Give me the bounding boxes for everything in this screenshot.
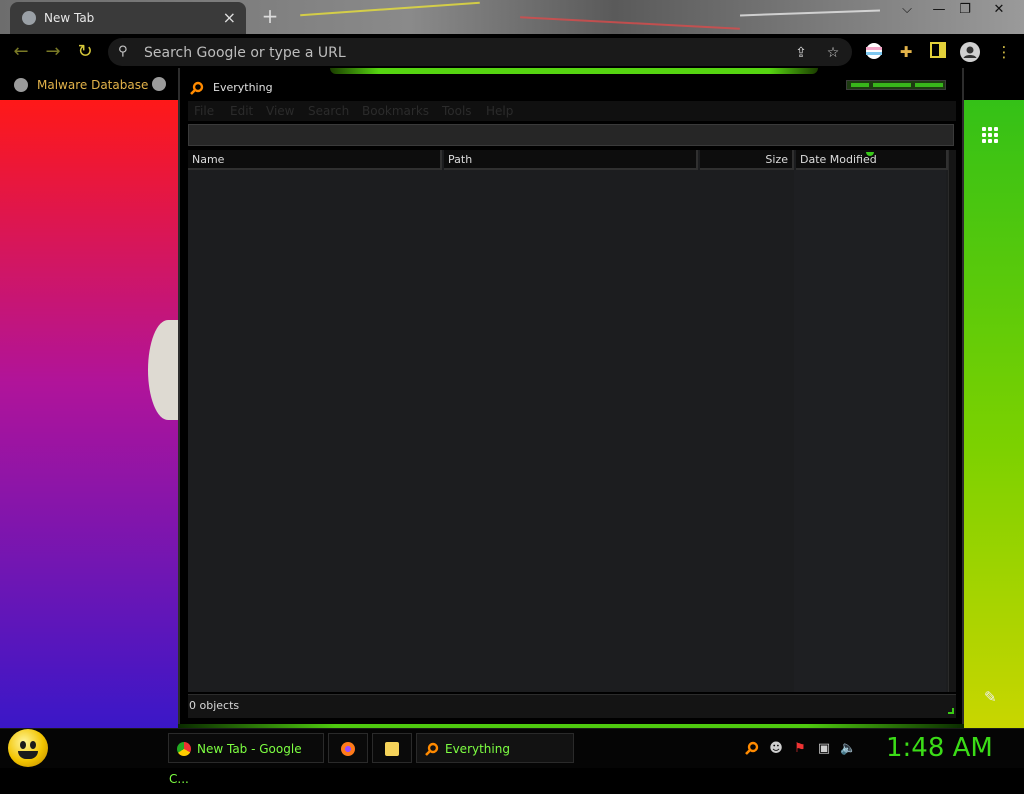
globe-icon[interactable] xyxy=(152,77,166,91)
taskbar-clock[interactable]: 1:48 AM xyxy=(886,733,993,763)
tab-new-tab[interactable]: New Tab × xyxy=(10,2,246,34)
tab-search-icon[interactable]: ⌵ xyxy=(894,2,920,18)
menu-tools[interactable]: Tools xyxy=(442,104,472,118)
menu-bookmarks[interactable]: Bookmarks xyxy=(362,104,429,118)
menu-icon[interactable]: ⋮ xyxy=(994,42,1014,62)
date-modified-column xyxy=(794,170,946,692)
menu-search[interactable]: Search xyxy=(308,104,349,118)
extension-flag-icon[interactable] xyxy=(864,42,884,62)
chrome-icon xyxy=(177,742,191,756)
star-icon[interactable]: ☆ xyxy=(824,44,842,62)
taskbar-item-firefox[interactable] xyxy=(328,733,368,763)
taskbar-item-everything[interactable]: Everything xyxy=(416,733,574,763)
status-text: 0 objects xyxy=(189,699,240,712)
new-tab-button[interactable]: + xyxy=(258,4,282,28)
share-icon[interactable]: ⇪ xyxy=(792,44,810,62)
search-icon: ⚲ xyxy=(118,44,128,59)
tab-title: New Tab xyxy=(44,11,95,25)
taskbar-item-label: Everything xyxy=(445,742,510,756)
network-tray-icon[interactable]: ▣ xyxy=(816,741,832,757)
menu-help[interactable]: Help xyxy=(486,104,513,118)
window-glow xyxy=(330,68,818,74)
start-smiley-icon[interactable] xyxy=(8,729,48,767)
column-header-size[interactable]: Size xyxy=(700,150,794,170)
column-header-name[interactable]: Name xyxy=(188,150,442,170)
omnibox-input[interactable] xyxy=(142,42,786,64)
volume-tray-icon[interactable]: 🔈 xyxy=(840,741,856,757)
reload-button[interactable]: ↻ xyxy=(74,42,96,62)
smiley-eye xyxy=(30,741,36,749)
bookmark-label: Malware Database xyxy=(37,78,149,92)
globe-icon xyxy=(14,78,28,92)
apps-grid-icon[interactable] xyxy=(982,127,998,143)
menu-view[interactable]: View xyxy=(266,104,294,118)
window-controls[interactable] xyxy=(846,80,946,90)
close-icon[interactable]: × xyxy=(223,8,236,27)
customize-pencil-icon[interactable]: ✎ xyxy=(984,688,1000,706)
firefox-icon xyxy=(341,742,355,756)
close-button[interactable] xyxy=(915,83,943,87)
chrome-icon xyxy=(22,11,36,25)
back-button[interactable]: ← xyxy=(10,42,32,62)
menu-edit[interactable]: Edit xyxy=(230,104,253,118)
flag-tray-icon[interactable]: ⚑ xyxy=(792,741,808,757)
bookmark-malware-database[interactable]: Malware Database xyxy=(14,76,148,94)
extensions-icon[interactable]: ✚ xyxy=(896,42,916,62)
menu-file[interactable]: File xyxy=(194,104,214,118)
taskbar-item-file-explorer[interactable] xyxy=(372,733,412,763)
emoji-tray-icon[interactable]: ☻ xyxy=(768,741,784,757)
wallpaper-streak xyxy=(300,1,480,17)
smiley-mouth xyxy=(18,751,38,759)
maximize-button[interactable] xyxy=(873,83,911,87)
profile-avatar-icon[interactable] xyxy=(960,42,980,62)
minimize-button[interactable]: — xyxy=(926,2,952,18)
vertical-scrollbar[interactable] xyxy=(948,150,956,692)
smiley-eye xyxy=(20,741,26,749)
everything-tray-icon[interactable] xyxy=(744,741,760,757)
wallpaper-streak xyxy=(740,9,880,17)
new-tab-page-background-right xyxy=(964,100,1024,730)
maximize-button[interactable]: ❐ xyxy=(952,2,978,18)
wallpaper-streak xyxy=(520,16,740,30)
menu-bar xyxy=(188,101,956,121)
side-panel-icon[interactable] xyxy=(928,42,948,62)
column-header-path[interactable]: Path xyxy=(444,150,698,170)
resize-grip-icon[interactable] xyxy=(948,708,954,714)
close-window-button[interactable]: ✕ xyxy=(986,2,1012,18)
search-input[interactable] xyxy=(188,124,957,147)
forward-button[interactable]: → xyxy=(42,42,64,62)
search-field[interactable] xyxy=(189,125,957,147)
status-bar xyxy=(188,694,956,718)
window-title: Everything xyxy=(213,81,273,94)
omnibox[interactable]: ⚲ ⇪ ☆ xyxy=(108,38,852,66)
taskbar-item-chrome[interactable]: New Tab - Google C... xyxy=(168,733,324,786)
minimize-button[interactable] xyxy=(851,83,869,87)
folder-icon xyxy=(385,742,399,756)
everything-search-icon xyxy=(425,737,439,756)
everything-search-icon xyxy=(190,80,204,95)
